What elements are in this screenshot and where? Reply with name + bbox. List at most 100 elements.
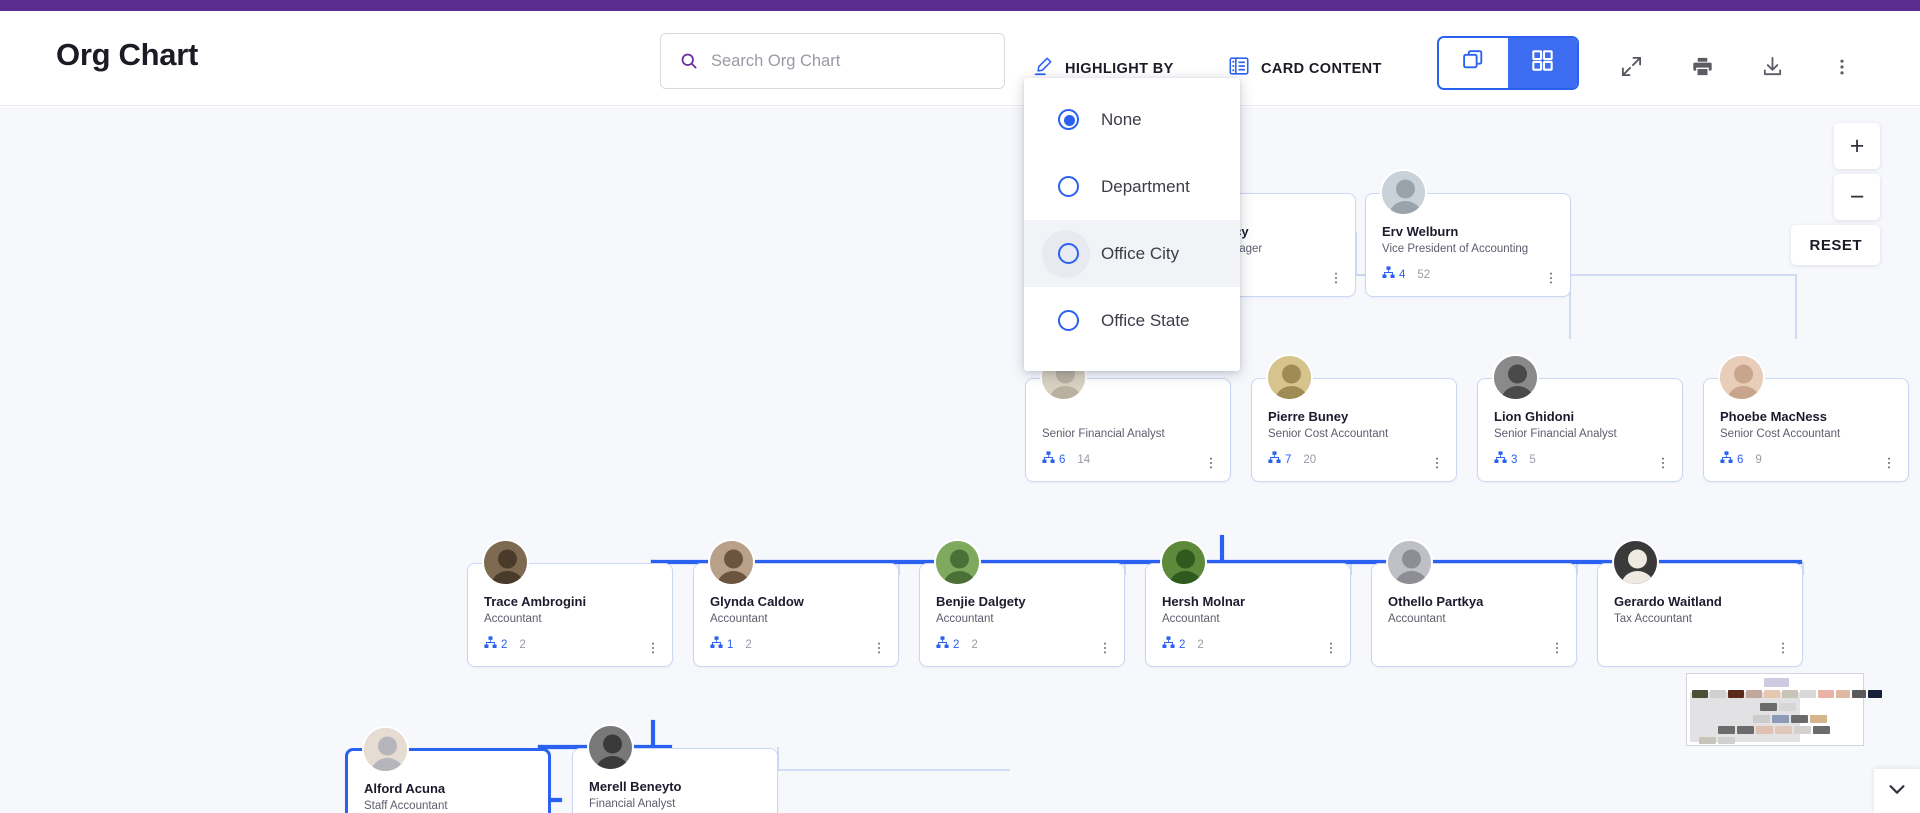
search-input[interactable]: [711, 51, 961, 71]
org-chart-canvas[interactable]: Camila PercyAssistant Manager349Erv Welb…: [0, 107, 1920, 813]
card-reports-count: 2: [1179, 639, 1186, 651]
card-more-button[interactable]: [1542, 269, 1560, 287]
card-more-button[interactable]: [1327, 269, 1345, 287]
radio-button[interactable]: [1058, 176, 1079, 197]
minimap-node: [1764, 678, 1789, 687]
minimap-collapse-button[interactable]: [1874, 769, 1920, 813]
card-person-title: Financial Analyst: [589, 798, 676, 810]
zoom-reset-label: RESET: [1809, 236, 1862, 254]
card-stats: 6 14: [1042, 451, 1090, 469]
minimap-node: [1794, 726, 1811, 734]
card-more-button[interactable]: [1322, 639, 1340, 657]
highlight-by-label: HIGHLIGHT BY: [1065, 60, 1174, 77]
zoom-out-button[interactable]: −: [1834, 174, 1880, 220]
card-more-button[interactable]: [1428, 454, 1446, 472]
hierarchy-icon: [710, 636, 723, 654]
card-more-button[interactable]: [1774, 639, 1792, 657]
card-more-button[interactable]: [1202, 454, 1220, 472]
org-card[interactable]: Benjie Dalgety Accountant 2 2: [919, 539, 1125, 667]
card-stats: 7 20: [1268, 451, 1316, 469]
org-card[interactable]: Gerardo Waitland Tax Accountant: [1597, 539, 1803, 667]
card-reports-count: 3: [1511, 454, 1518, 466]
minimap-node: [1764, 690, 1780, 698]
highlight-option-department[interactable]: Department: [1024, 153, 1240, 220]
card-reports-count: 4: [1399, 269, 1406, 281]
hierarchy-icon: [484, 636, 497, 654]
avatar: [482, 539, 529, 586]
highlight-by-dropdown[interactable]: None Department Office City Office State: [1024, 78, 1240, 371]
card-person-name: Othello Partkya: [1388, 594, 1484, 609]
more-options-button[interactable]: [1822, 49, 1862, 89]
expand-arrows-icon: [1620, 55, 1643, 83]
card-total-count: 52: [1417, 269, 1431, 281]
org-card[interactable]: Lion Ghidoni Senior Financial Analyst 3 5: [1477, 354, 1683, 482]
search-icon: [679, 51, 699, 71]
card-total-count: 2: [1197, 639, 1204, 651]
card-content-button[interactable]: CARD CONTENT: [1228, 55, 1382, 82]
card-person-name: Merell Beneyto: [589, 779, 682, 794]
org-card[interactable]: Glynda Caldow Accountant 1 2: [693, 539, 899, 667]
card-reports-count: 7: [1285, 454, 1292, 466]
hierarchy-icon: [1042, 451, 1055, 469]
card-person-name: Benjie Dalgety: [936, 594, 1026, 609]
tree-view-button[interactable]: [1439, 38, 1508, 88]
highlight-option-none[interactable]: None: [1024, 86, 1240, 153]
download-button[interactable]: [1752, 49, 1792, 89]
print-button[interactable]: [1682, 49, 1722, 89]
zoom-in-button[interactable]: +: [1834, 123, 1880, 169]
card-person-title: Senior Financial Analyst: [1042, 428, 1165, 440]
card-more-button[interactable]: [1654, 454, 1672, 472]
card-more-button[interactable]: [1548, 639, 1566, 657]
radio-button[interactable]: [1058, 243, 1079, 264]
card-total-count: 9: [1755, 454, 1762, 466]
minimap-node: [1710, 690, 1726, 698]
minimap[interactable]: [1686, 673, 1882, 746]
org-card[interactable]: Trace Ambrogini Accountant 2 2: [467, 539, 673, 667]
radio-button[interactable]: [1058, 310, 1079, 331]
search-box[interactable]: [660, 33, 1005, 89]
org-card[interactable]: Othello Partkya Accountant: [1371, 539, 1577, 667]
card-person-name: Lion Ghidoni: [1494, 409, 1575, 424]
highlight-option-label: None: [1101, 109, 1142, 129]
minimap-node: [1753, 715, 1770, 723]
card-person-name: Glynda Caldow: [710, 594, 804, 609]
avatar: [362, 726, 409, 773]
avatar: [1718, 354, 1765, 401]
card-more-button[interactable]: [1880, 454, 1898, 472]
card-person-title: Staff Accountant: [364, 800, 448, 812]
card-more-button[interactable]: [870, 639, 888, 657]
card-stats: 69: [1720, 451, 1762, 469]
card-more-button[interactable]: [1096, 639, 1114, 657]
card-reports-count: 6: [1059, 454, 1066, 466]
card-reports-count: 2: [501, 639, 508, 651]
card-total-count: 2: [519, 639, 526, 651]
zoom-in-label: +: [1849, 131, 1865, 160]
radio-button[interactable]: [1058, 109, 1079, 130]
org-card[interactable]: Pierre Buney Senior Cost Accountant 7 20: [1251, 354, 1457, 482]
avatar: [1612, 539, 1659, 586]
org-card[interactable]: Hersh Molnar Accountant 2 2: [1145, 539, 1351, 667]
card-reports-count: 2: [953, 639, 960, 651]
minimap-node: [1756, 726, 1773, 734]
card-reports-count: 6: [1737, 454, 1744, 466]
org-card[interactable]: Phoebe MacNess Senior Cost Accountant 6 9: [1703, 354, 1909, 482]
expand-button[interactable]: [1611, 49, 1651, 89]
highlight-option-office-city[interactable]: Office City: [1024, 220, 1240, 287]
grid-view-button[interactable]: [1508, 38, 1577, 88]
org-card[interactable]: Alford Acuna Staff Accountant: [345, 726, 551, 813]
card-person-title: Accountant: [1388, 613, 1446, 625]
zoom-reset-button[interactable]: RESET: [1791, 225, 1880, 265]
card-more-button[interactable]: [644, 639, 662, 657]
highlight-option-label: Office City: [1101, 243, 1180, 263]
card-person-name: Erv Welburn: [1382, 224, 1459, 239]
org-card[interactable]: Senior Financial Analyst 6 14: [1025, 354, 1231, 482]
avatar: [1380, 169, 1427, 216]
org-card[interactable]: Merell Beneyto Financial Analyst: [572, 724, 778, 813]
highlight-option-office-state[interactable]: Office State: [1024, 287, 1240, 354]
card-stats: 22: [484, 636, 526, 654]
avatar: [1160, 539, 1207, 586]
highlight-option-label: Office State: [1101, 310, 1190, 330]
minimap-node: [1779, 703, 1796, 711]
org-card[interactable]: Erv Welburn Vice President of Accounting 4…: [1365, 169, 1571, 297]
hierarchy-icon: [1720, 451, 1733, 469]
